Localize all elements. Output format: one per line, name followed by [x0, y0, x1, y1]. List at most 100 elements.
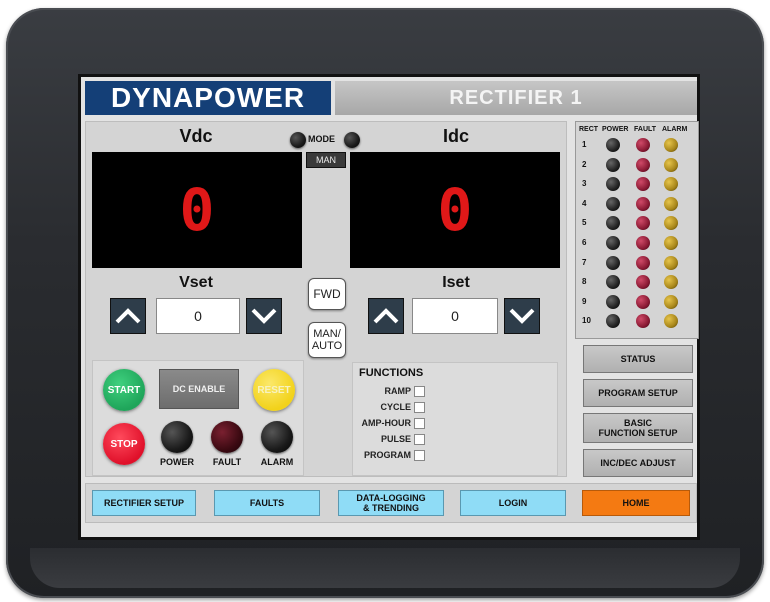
vdc-display: 0 — [92, 152, 302, 268]
nav-home[interactable]: HOME — [582, 490, 690, 516]
rect-alarm-led — [664, 196, 678, 211]
rect-power-led — [606, 216, 620, 231]
vset-label: Vset — [179, 274, 213, 291]
main-panel: Vdc Idc MODE MAN 0 0 Vset Iset 0 0 FWD M… — [85, 121, 567, 477]
rect-power-led — [606, 157, 620, 172]
rect-fault-led — [636, 157, 650, 172]
rect-power-led — [606, 236, 620, 250]
rect-alarm-led — [664, 314, 678, 329]
iset-increase-button[interactable] — [368, 298, 404, 334]
iset-decrease-button[interactable] — [504, 298, 540, 334]
rect-fault-led — [636, 255, 650, 270]
status-row-number: 3 — [582, 179, 587, 189]
chevron-down-icon — [251, 308, 277, 324]
rect-fault-led — [636, 196, 650, 211]
rect-power-led — [606, 314, 620, 329]
idc-label: Idc — [442, 126, 469, 146]
alarm-indicator — [261, 421, 293, 453]
amp-hour-checkbox[interactable] — [414, 417, 425, 429]
rect-alarm-led — [664, 177, 678, 192]
function-amp-hour[interactable]: AMP-HOUR — [361, 415, 425, 431]
dc-enable-button[interactable]: DC ENABLE — [159, 369, 239, 409]
program-checkbox[interactable] — [414, 449, 425, 461]
header-rect: RECT — [579, 126, 599, 133]
rect-power-led — [606, 138, 620, 152]
nav-faults[interactable]: FAULTS — [214, 490, 320, 516]
power-label: POWER — [159, 457, 194, 467]
man-auto-label-2: AUTO — [311, 340, 343, 352]
rect-alarm-led — [664, 157, 678, 172]
pulse-checkbox[interactable] — [414, 433, 425, 445]
man-auto-label-1: MAN/ — [313, 328, 341, 340]
bottom-nav: RECTIFIER SETUP FAULTS DATA-LOGGING & TR… — [85, 483, 697, 523]
basic-function-setup-button[interactable]: BASIC FUNCTION SETUP — [583, 413, 693, 443]
rect-fault-led — [636, 236, 650, 250]
power-indicator — [161, 421, 193, 453]
function-cycle[interactable]: CYCLE — [361, 399, 425, 415]
function-pulse[interactable]: PULSE — [361, 431, 425, 447]
vset-decrease-button[interactable] — [246, 298, 282, 334]
header-alarm: ALARM — [662, 126, 688, 133]
rect-alarm-led — [664, 216, 678, 231]
bezel-bottom — [30, 548, 740, 588]
nav-data-logging[interactable]: DATA-LOGGING & TRENDING — [338, 490, 444, 516]
mode-label: MODE — [308, 134, 335, 144]
mode-led-left — [290, 132, 306, 148]
cycle-checkbox[interactable] — [414, 401, 425, 413]
mode-value: MAN — [306, 152, 346, 168]
status-row-number: 6 — [582, 238, 587, 247]
reset-button[interactable]: RESET — [253, 369, 295, 411]
inc-dec-adjust-button[interactable]: INC/DEC ADJUST — [583, 449, 693, 477]
function-program[interactable]: PROGRAM — [361, 447, 425, 463]
rect-fault-led — [636, 177, 650, 192]
rect-alarm-led — [664, 138, 678, 152]
iset-input[interactable]: 0 — [412, 298, 498, 334]
status-row-number: 8 — [582, 277, 587, 287]
status-row-number: 1 — [582, 140, 587, 149]
mode-led-right — [344, 132, 360, 148]
functions-list: RAMP CYCLE AMP-HOUR PULSE PROGRAM — [361, 383, 425, 463]
vset-input[interactable]: 0 — [156, 298, 240, 334]
rect-power-led — [606, 255, 620, 270]
header-fault: FAULT — [634, 126, 657, 133]
rect-power-led — [606, 294, 620, 309]
nav-login[interactable]: LOGIN — [460, 490, 566, 516]
vdc-label: Vdc — [179, 126, 213, 146]
page-title: RECTIFIER 1 — [335, 81, 697, 115]
control-panel: START DC ENABLE RESET STOP POWER FAULT A… — [92, 360, 304, 476]
status-button[interactable]: STATUS — [583, 345, 693, 373]
hmi-screen: DYNAPOWER RECTIFIER 1 Vdc Idc MODE MAN 0… — [78, 74, 700, 540]
data-logging-label-1: DATA-LOGGING — [356, 493, 426, 503]
ramp-checkbox[interactable] — [414, 385, 425, 397]
rect-alarm-led — [664, 255, 678, 270]
data-logging-label-2: & TRENDING — [363, 503, 419, 513]
idc-display: 0 — [350, 152, 560, 268]
function-ramp[interactable]: RAMP — [361, 383, 425, 399]
functions-panel: FUNCTIONS RAMP CYCLE AMP-HOUR PULSE PROG… — [352, 362, 558, 476]
start-button[interactable]: START — [103, 369, 145, 411]
nav-rectifier-setup[interactable]: RECTIFIER SETUP — [92, 490, 196, 516]
rect-fault-led — [636, 294, 650, 309]
fault-label: FAULT — [212, 457, 242, 467]
status-row-number: 5 — [582, 218, 587, 228]
rect-fault-led — [636, 275, 650, 290]
idc-value: 0 — [437, 176, 473, 244]
header-power: POWER — [602, 126, 629, 133]
fwd-button[interactable]: FWD — [308, 278, 346, 310]
vset-increase-button[interactable] — [110, 298, 146, 334]
rect-power-led — [606, 196, 620, 211]
stop-button[interactable]: STOP — [103, 423, 145, 465]
program-setup-button[interactable]: PROGRAM SETUP — [583, 379, 693, 407]
chevron-up-icon — [373, 308, 399, 324]
alarm-label: ALARM — [260, 457, 294, 467]
status-row-number: 9 — [582, 296, 587, 306]
man-auto-button[interactable]: MAN/ AUTO — [308, 322, 346, 358]
chevron-down-icon — [509, 308, 535, 324]
rect-fault-led — [636, 216, 650, 231]
rect-alarm-led — [664, 294, 678, 309]
fault-indicator — [211, 421, 243, 453]
basic-label-1: BASIC — [623, 418, 652, 428]
rect-fault-led — [636, 138, 650, 152]
rect-alarm-led — [664, 275, 678, 290]
brand-logo: DYNAPOWER — [85, 81, 331, 115]
